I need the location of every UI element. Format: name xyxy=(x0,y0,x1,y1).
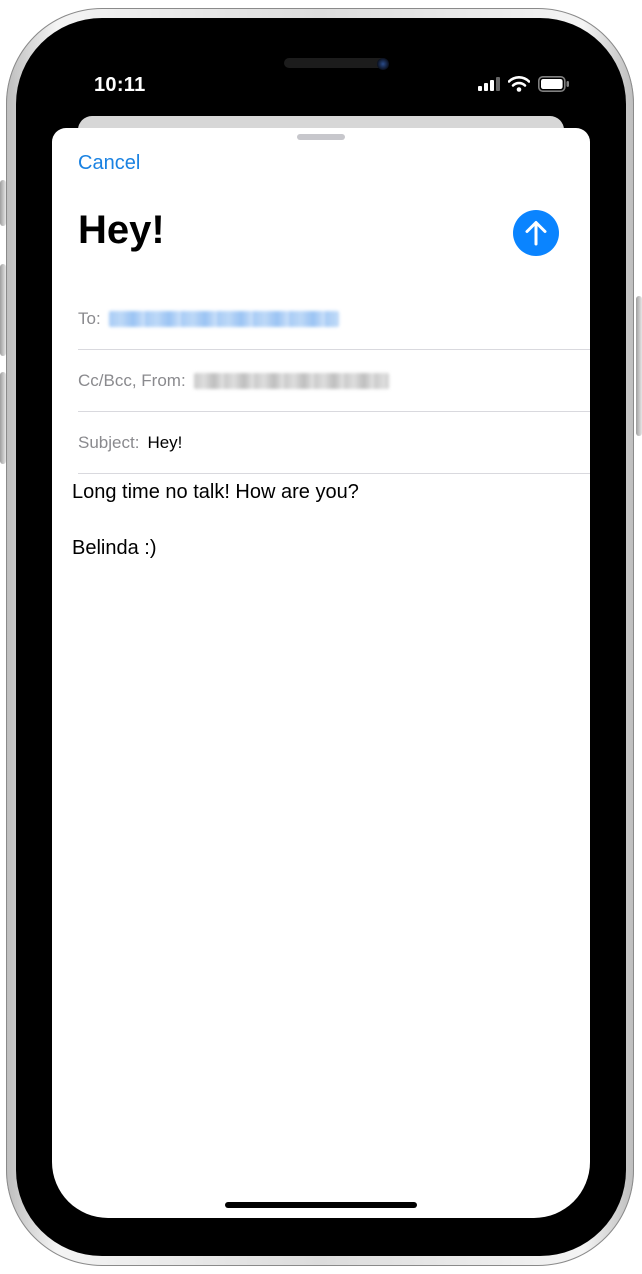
body-line: Long time no talk! How are you? xyxy=(72,481,359,503)
volume-down-button xyxy=(0,372,6,464)
subject-value[interactable]: Hey! xyxy=(147,433,182,453)
subject-label: Subject: xyxy=(78,432,140,452)
cc-bcc-from-field[interactable]: Cc/Bcc, From: xyxy=(78,350,590,412)
phone-screen: 10:11 Cancel Hey! To: Cc/Bcc, From: Subj… xyxy=(32,36,610,1240)
from-address-redacted xyxy=(193,372,389,389)
send-button[interactable] xyxy=(513,210,559,256)
screenshot-stage: 10:11 Cancel Hey! To: Cc/Bcc, From: Subj… xyxy=(0,0,642,1274)
mail-compose-sheet: Cancel Hey! To: Cc/Bcc, From: Subject: H… xyxy=(52,128,590,1218)
power-button xyxy=(636,296,642,436)
compose-title: Hey! xyxy=(78,208,165,252)
to-field[interactable]: To: xyxy=(78,288,590,350)
home-indicator[interactable] xyxy=(225,1202,417,1208)
subject-field[interactable]: Subject: Hey! xyxy=(78,412,590,474)
body-line: Belinda :) xyxy=(72,537,157,559)
to-recipient-redacted xyxy=(108,310,339,327)
cellular-signal-icon xyxy=(478,77,500,91)
cc-from-label: Cc/Bcc, From: xyxy=(78,370,186,390)
cancel-button[interactable]: Cancel xyxy=(78,152,140,175)
arrow-up-icon xyxy=(525,221,547,246)
volume-up-button xyxy=(0,264,6,356)
status-time: 10:11 xyxy=(94,74,146,96)
battery-icon xyxy=(538,76,569,92)
speaker-grille xyxy=(284,58,388,68)
mute-switch xyxy=(0,180,6,226)
status-icons xyxy=(478,76,570,92)
wifi-icon xyxy=(508,76,530,92)
sheet-grabber[interactable] xyxy=(297,134,345,140)
front-camera-icon xyxy=(377,58,389,70)
to-label: To: xyxy=(78,308,101,328)
message-body[interactable]: Long time no talk! How are you? Belinda … xyxy=(72,478,359,590)
